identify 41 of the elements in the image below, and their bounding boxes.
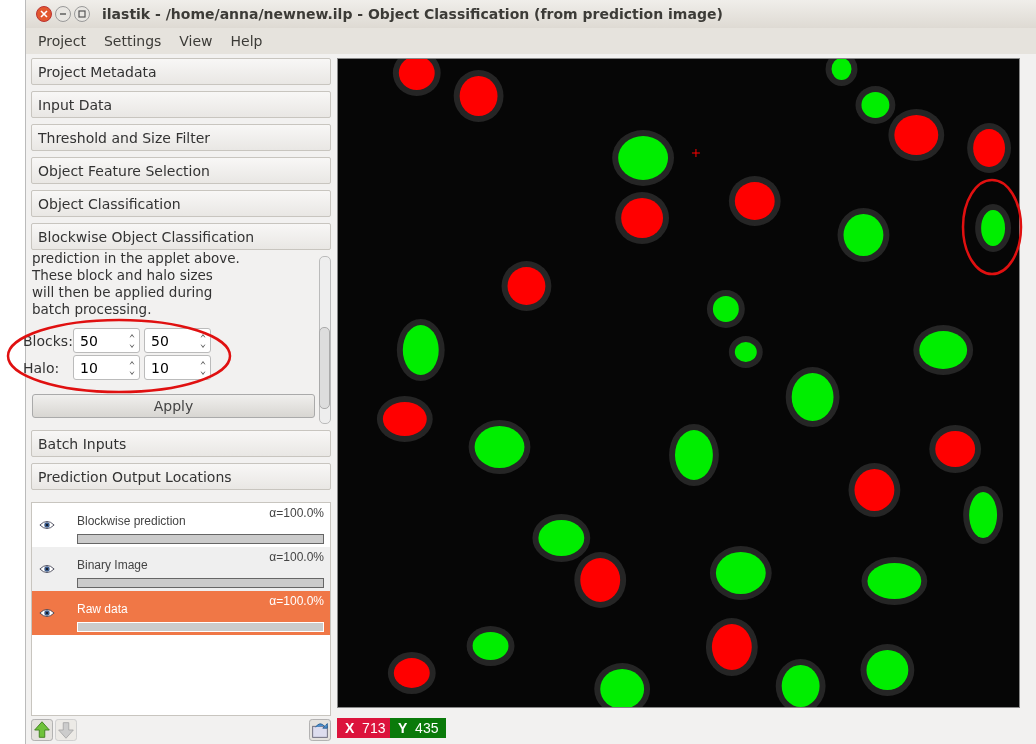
minimize-icon[interactable] bbox=[55, 6, 71, 22]
size-label: Halo: bbox=[23, 359, 61, 376]
applet-header[interactable]: Blockwise Object Classification bbox=[31, 223, 331, 250]
applet-header[interactable]: Object Classification bbox=[31, 190, 331, 217]
opacity-value: α=100.0% bbox=[269, 550, 324, 566]
opacity-value: α=100.0% bbox=[269, 594, 324, 610]
description-text: prediction in the applet above. These block and halo sizes will then be applied during batch processing. bbox=[32, 250, 241, 318]
layer-name: Binary Image bbox=[77, 557, 148, 572]
y-coordinate: Y 435 bbox=[390, 718, 446, 738]
refresh-icon[interactable] bbox=[309, 719, 331, 741]
opacity-slider[interactable] bbox=[77, 534, 324, 544]
apply-button[interactable]: Apply bbox=[32, 394, 315, 418]
eye-icon[interactable] bbox=[39, 564, 55, 574]
applet-header[interactable]: Batch Inputs bbox=[31, 430, 331, 457]
opacity-slider[interactable] bbox=[77, 578, 324, 588]
spin-box[interactable]: 50 bbox=[144, 328, 211, 353]
menu-item[interactable]: Settings bbox=[103, 33, 162, 49]
eye-icon[interactable] bbox=[39, 520, 55, 530]
layer-name: Raw data bbox=[77, 601, 128, 616]
menu-item[interactable]: Project bbox=[38, 33, 86, 49]
layer-name: Blockwise prediction bbox=[77, 513, 186, 528]
window-title: ilastik - /home/anna/newnew.ilp - Object Classification (from prediction image) bbox=[102, 6, 723, 22]
applet-header[interactable]: Input Data bbox=[31, 91, 331, 118]
x-coordinate: X 713 bbox=[337, 718, 390, 738]
menu-item[interactable]: Help bbox=[230, 33, 263, 49]
spin-box[interactable]: 10 bbox=[73, 355, 140, 380]
close-icon[interactable] bbox=[36, 6, 52, 22]
menu-item[interactable]: View bbox=[179, 33, 213, 49]
eye-icon[interactable] bbox=[39, 608, 55, 618]
layer-row[interactable]: Binary Image α=100.0% bbox=[32, 547, 330, 591]
spin-box[interactable]: 50 bbox=[73, 328, 140, 353]
applet-header[interactable]: Prediction Output Locations bbox=[31, 463, 331, 490]
spin-box[interactable]: 10 bbox=[144, 355, 211, 380]
applet-header[interactable]: Object Feature Selection bbox=[31, 157, 331, 184]
up-arrow-icon[interactable] bbox=[31, 719, 53, 741]
maximize-icon[interactable] bbox=[74, 6, 90, 22]
applet-header[interactable]: Threshold and Size Filter bbox=[31, 124, 331, 151]
applet-header[interactable]: Project Metadata bbox=[31, 58, 331, 85]
layer-row[interactable]: Blockwise prediction α=100.0% bbox=[32, 503, 330, 547]
opacity-value: α=100.0% bbox=[269, 506, 324, 522]
scrollbar[interactable] bbox=[319, 256, 331, 424]
